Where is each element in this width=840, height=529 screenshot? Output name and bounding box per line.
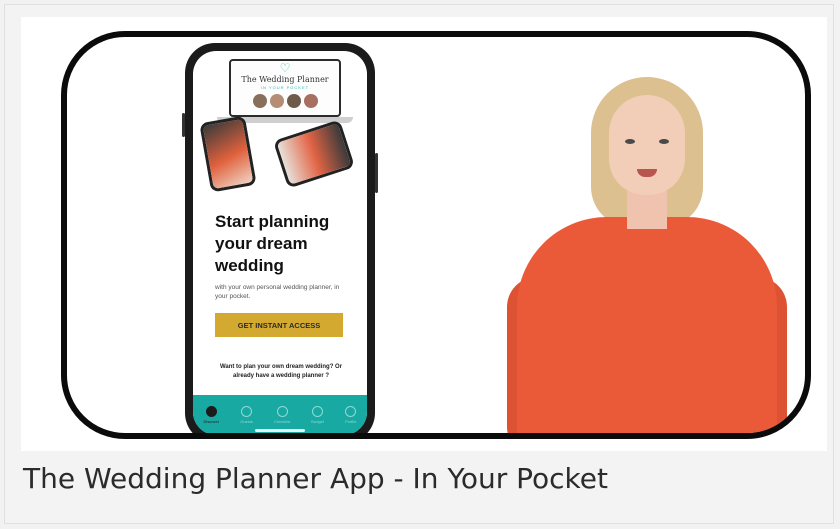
phone-side-button (375, 153, 378, 193)
thumbnail (286, 94, 301, 108)
nav-label: Budget (311, 419, 324, 424)
thumbnail (303, 94, 318, 108)
compass-icon (205, 406, 217, 417)
checklist-icon (276, 406, 288, 417)
video-caption[interactable]: The Wedding Planner App - In Your Pocket (23, 457, 823, 501)
nav-item-profile[interactable]: Profile (345, 406, 356, 424)
app-headline: Start planning your dream wedding (215, 212, 330, 275)
nav-label: Checklist (273, 419, 291, 424)
banner-thumbnails (231, 94, 339, 108)
app-banner: ♡ The Wedding Planner IN YOUR POCKET (229, 59, 341, 117)
presenter-neck (627, 189, 667, 229)
mini-phone-image (272, 119, 356, 189)
presenter-face (609, 95, 685, 195)
video-card[interactable]: ♡ The Wedding Planner IN YOUR POCKET Sta… (4, 4, 834, 524)
nav-item-budget[interactable]: Budget (311, 406, 324, 424)
profile-icon (345, 406, 357, 417)
get-instant-access-button[interactable]: GET INSTANT ACCESS (215, 313, 343, 337)
thumbnail (252, 94, 267, 108)
budget-icon (312, 406, 324, 417)
thumbnail (269, 94, 284, 108)
phone-mockup: ♡ The Wedding Planner IN YOUR POCKET Sta… (182, 43, 378, 433)
nav-label: Profile (345, 419, 357, 424)
banner-title: The Wedding Planner (241, 75, 329, 84)
bottom-nav: Discover Guests Checklist Budget Profile (193, 395, 367, 433)
mini-phone-image (199, 115, 257, 193)
nav-label: Discover (203, 419, 220, 424)
home-indicator (255, 429, 305, 432)
video-thumbnail[interactable]: ♡ The Wedding Planner IN YOUR POCKET Sta… (21, 17, 827, 451)
nav-item-guests[interactable]: Guests (240, 406, 253, 424)
heart-logo-icon: ♡ (279, 61, 291, 75)
nav-label: Guests (240, 419, 253, 424)
nav-item-discover[interactable]: Discover (203, 406, 220, 424)
presenter-torso (517, 217, 777, 433)
banner-subtitle: IN YOUR POCKET (260, 85, 310, 90)
phone-side-button (182, 113, 185, 137)
rounded-frame: ♡ The Wedding Planner IN YOUR POCKET Sta… (61, 31, 811, 439)
app-subline: with your own personal wedding planner, … (215, 284, 340, 300)
phone-screen: ♡ The Wedding Planner IN YOUR POCKET Sta… (193, 51, 367, 433)
nav-item-checklist[interactable]: Checklist (274, 406, 290, 424)
app-question: Want to plan your own dream wedding? Or … (219, 364, 343, 379)
guests-icon (241, 406, 253, 417)
presenter-image (497, 77, 797, 433)
